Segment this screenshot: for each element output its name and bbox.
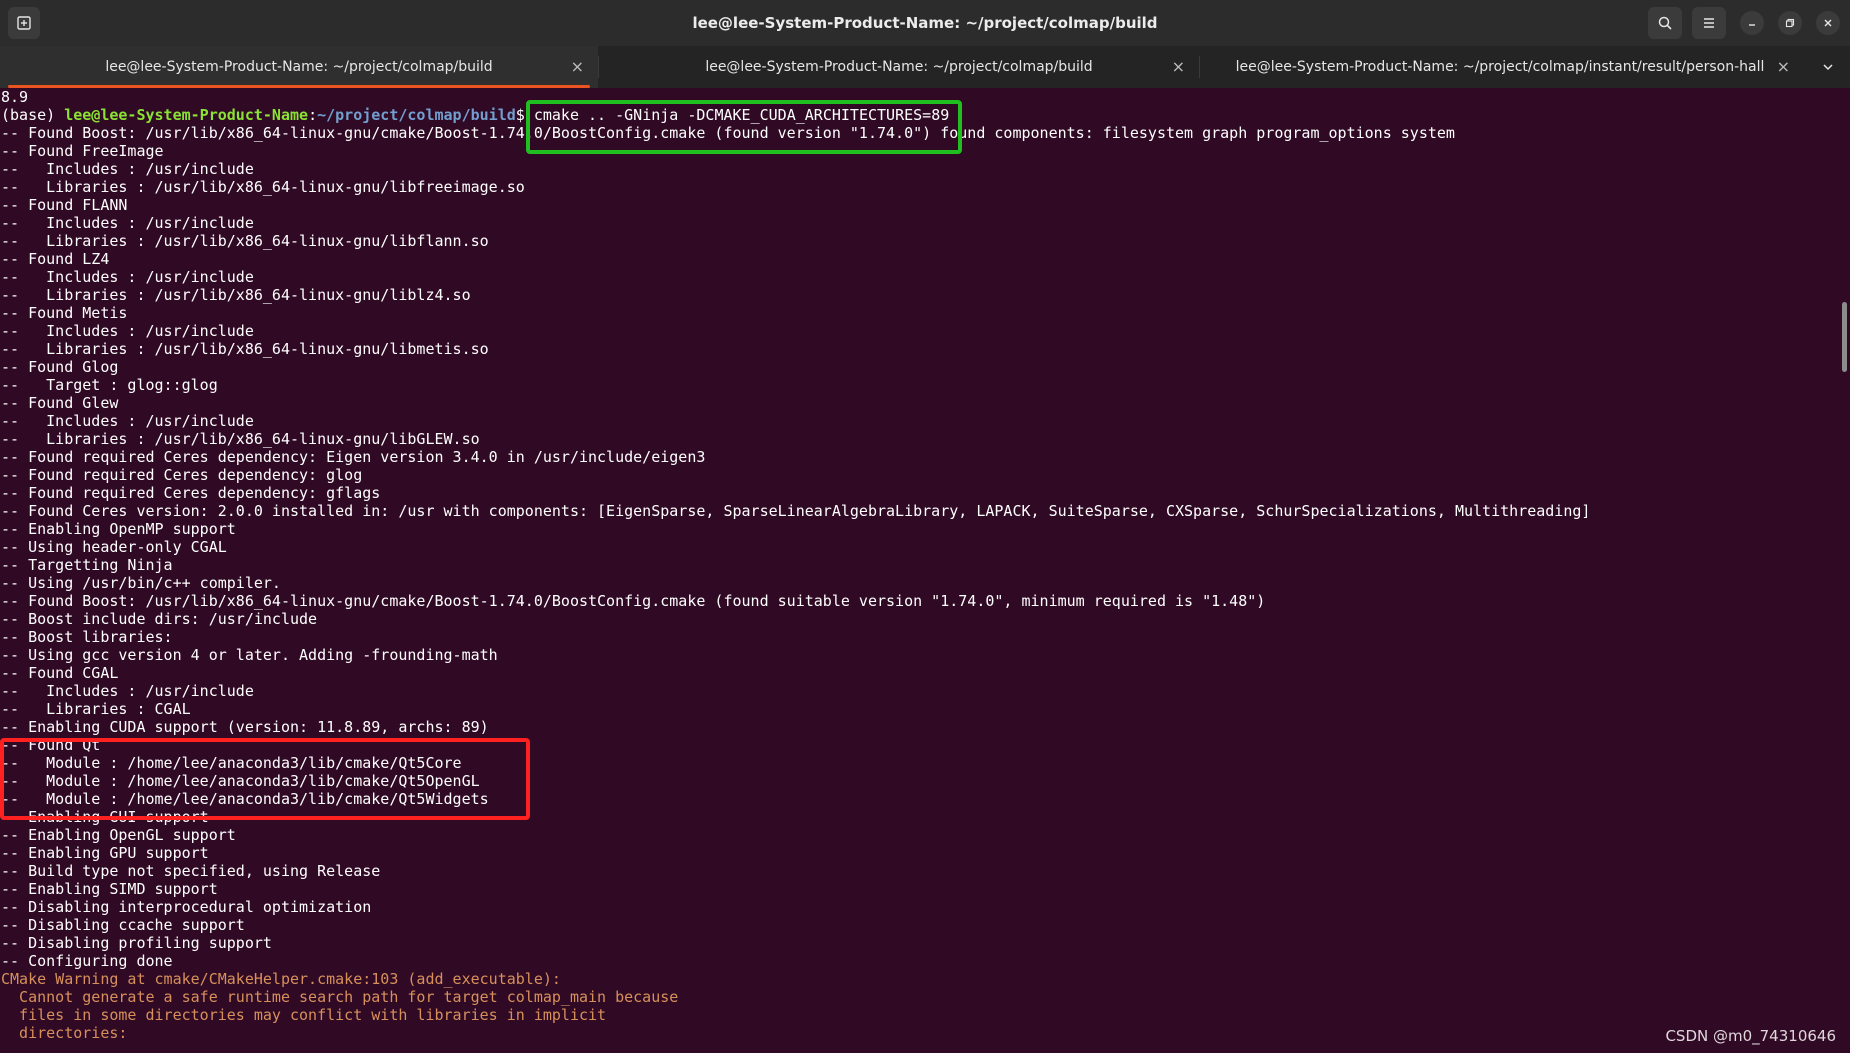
terminal-line: -- Found Ceres version: 2.0.0 installed … — [1, 502, 1591, 520]
terminal-line: -- Disabling profiling support — [1, 934, 272, 952]
terminal-line: -- Libraries : /usr/lib/x86_64-linux-gnu… — [1, 430, 480, 448]
terminal-line: -- Found Boost: /usr/lib/x86_64-linux-gn… — [1, 592, 1266, 610]
terminal-line: -- Using /usr/bin/c++ compiler. — [1, 574, 281, 592]
terminal-line: -- Disabling ccache support — [1, 916, 245, 934]
warning-line: files in some directories may conflict w… — [1, 1006, 607, 1024]
tab-bar: lee@lee-System-Product-Name: ~/project/c… — [0, 46, 1850, 88]
terminal-line: -- Libraries : CGAL — [1, 700, 191, 718]
terminal-line: -- Configuring done — [1, 952, 173, 970]
terminal-line: -- Targetting Ninja — [1, 556, 173, 574]
conda-env: (base) — [1, 106, 65, 124]
watermark: CSDN @m0_74310646 — [1665, 1027, 1836, 1045]
terminal-line: -- Includes : /usr/include — [1, 268, 254, 286]
terminal-line: -- Libraries : /usr/lib/x86_64-linux-gnu… — [1, 178, 525, 196]
terminal-line: -- Found LZ4 — [1, 250, 110, 268]
tab-close-icon[interactable]: × — [1172, 46, 1185, 88]
close-window-button[interactable] — [1816, 11, 1840, 35]
minimize-button[interactable] — [1740, 11, 1764, 35]
terminal-line: -- Target : glog::glog — [1, 376, 218, 394]
terminal-line: -- Found Metis — [1, 304, 128, 322]
tab-list-dropdown[interactable] — [1816, 55, 1840, 79]
red-highlight-box — [0, 738, 530, 820]
terminal-output[interactable]: 8.9 (base) lee@lee-System-Product-Name:~… — [0, 88, 1838, 1053]
terminal-line: -- Found required Ceres dependency: glog — [1, 466, 363, 484]
warning-line: Cannot generate a safe runtime search pa… — [1, 988, 679, 1006]
prompt-user-host: lee@lee-System-Product-Name — [64, 106, 309, 124]
green-highlight-box — [526, 100, 962, 154]
warning-line: CMake Warning at cmake/CMakeHelper.cmake… — [1, 970, 561, 988]
prompt-path: ~/project/colmap/build — [317, 106, 516, 124]
terminal-line: -- Includes : /usr/include — [1, 214, 254, 232]
terminal-line: -- Found Glew — [1, 394, 119, 412]
chevron-down-icon — [1823, 64, 1833, 71]
tab-close-icon[interactable]: × — [1777, 46, 1790, 88]
tab-label: lee@lee-System-Product-Name: ~/project/c… — [105, 59, 493, 75]
prompt-colon: : — [308, 106, 318, 124]
tab-close-icon[interactable]: × — [571, 46, 584, 88]
hamburger-menu-icon — [1704, 18, 1714, 28]
terminal-line: -- Enabling GPU support — [1, 844, 209, 862]
close-icon — [1824, 19, 1832, 27]
terminal-line: -- Build type not specified, using Relea… — [1, 862, 381, 880]
terminal-line: -- Includes : /usr/include — [1, 322, 254, 340]
tab-1[interactable]: lee@lee-System-Product-Name: ~/project/c… — [0, 46, 598, 88]
terminal-line: -- Libraries : /usr/lib/x86_64-linux-gnu… — [1, 340, 489, 358]
terminal-line: -- Libraries : /usr/lib/x86_64-linux-gnu… — [1, 286, 471, 304]
scrollbar-thumb[interactable] — [1842, 302, 1847, 372]
terminal-line: -- Found required Ceres dependency: Eige… — [1, 448, 706, 466]
menu-button[interactable] — [1692, 7, 1726, 39]
tab-label: lee@lee-System-Product-Name: ~/project/c… — [1235, 59, 1765, 75]
terminal-line: -- Libraries : /usr/lib/x86_64-linux-gnu… — [1, 232, 489, 250]
terminal-line: -- Disabling interprocedural optimizatio… — [1, 898, 372, 916]
terminal-line: -- Enabling OpenMP support — [1, 520, 236, 538]
terminal-line: -- Found FLANN — [1, 196, 128, 214]
tab-label: lee@lee-System-Product-Name: ~/project/c… — [705, 59, 1093, 75]
terminal-line: -- Boost libraries: — [1, 628, 173, 646]
search-button[interactable] — [1648, 7, 1682, 39]
terminal-line: -- Enabling SIMD support — [1, 880, 218, 898]
warning-lines: CMake Warning at cmake/CMakeHelper.cmake… — [0, 970, 1838, 1042]
minimize-icon — [1749, 24, 1755, 26]
terminal-line: -- Includes : /usr/include — [1, 412, 254, 430]
terminal-line: -- Found CGAL — [1, 664, 119, 682]
maximize-icon — [1785, 18, 1795, 28]
terminal-line: -- Includes : /usr/include — [1, 682, 254, 700]
terminal-line: -- Using header-only CGAL — [1, 538, 227, 556]
terminal-line: -- Enabling OpenGL support — [1, 826, 236, 844]
scrollbar[interactable] — [1838, 88, 1850, 1053]
terminal-line: -- Boost include dirs: /usr/include — [1, 610, 318, 628]
window-title: lee@lee-System-Product-Name: ~/project/c… — [692, 14, 1158, 32]
tab-2[interactable]: lee@lee-System-Product-Name: ~/project/c… — [599, 46, 1199, 88]
terminal-line: -- Using gcc version 4 or later. Adding … — [1, 646, 498, 664]
terminal-line: -- Found required Ceres dependency: gfla… — [1, 484, 381, 502]
terminal-line: -- Found Glog — [1, 358, 119, 376]
terminal-line: -- Includes : /usr/include — [1, 160, 254, 178]
terminal-line: -- Enabling CUDA support (version: 11.8.… — [1, 718, 489, 736]
warning-line: directories: — [1, 1024, 128, 1042]
tab-3[interactable]: lee@lee-System-Product-Name: ~/project/c… — [1200, 46, 1800, 88]
maximize-button[interactable] — [1778, 11, 1802, 35]
search-icon — [1658, 16, 1672, 30]
title-bar: lee@lee-System-Product-Name: ~/project/c… — [0, 0, 1850, 46]
output-lines: -- Found Boost: /usr/lib/x86_64-linux-gn… — [0, 124, 1838, 970]
